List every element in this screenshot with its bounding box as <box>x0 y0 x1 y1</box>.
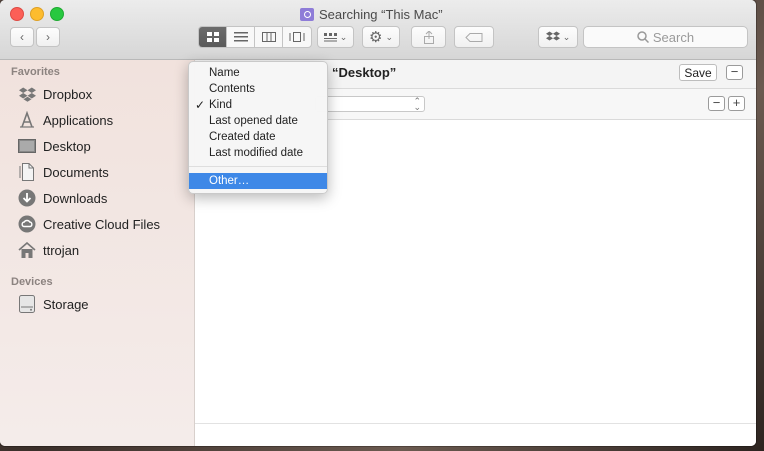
finder-window: Searching “This Mac” ‹ › ⌄ ⚙ ⌄ ⌄ Search … <box>0 0 756 446</box>
toolbar: Searching “This Mac” ‹ › ⌄ ⚙ ⌄ ⌄ Search <box>0 0 756 60</box>
back-button[interactable]: ‹ <box>10 27 34 47</box>
search-placeholder: Search <box>652 29 695 45</box>
window-title: Searching “This Mac” <box>300 5 470 23</box>
creative-cloud-icon <box>18 215 36 233</box>
status-divider <box>195 423 756 424</box>
coverflow-view-button[interactable] <box>283 27 311 47</box>
menu-item-contents[interactable]: Contents <box>189 81 327 97</box>
icon-view-icon <box>206 32 219 42</box>
menu-separator <box>189 166 327 167</box>
menu-item-created-date[interactable]: Created date <box>189 129 327 145</box>
downloads-icon <box>18 189 36 207</box>
sidebar-item-downloads[interactable]: Downloads <box>18 188 107 208</box>
sidebar: Favorites Dropbox Applications Desktop D… <box>0 60 195 446</box>
sidebar-item-label: Creative Cloud Files <box>43 216 161 232</box>
dropbox-icon <box>545 31 560 41</box>
share-button[interactable] <box>411 26 446 48</box>
close-window-button[interactable] <box>10 7 24 21</box>
sidebar-item-documents[interactable]: Documents <box>18 162 109 182</box>
sidebar-item-label: Downloads <box>43 190 108 206</box>
sidebar-item-creative-cloud[interactable]: Creative Cloud Files <box>18 214 160 234</box>
criteria-value-popup[interactable]: ⌃ ⌄ <box>315 96 425 112</box>
chevron-down-icon: ⌄ <box>339 31 348 42</box>
sidebar-section-favorites: Favorites <box>11 66 60 78</box>
action-button[interactable]: ⚙ ⌄ <box>362 26 400 48</box>
list-view-icon <box>233 32 248 42</box>
sidebar-section-devices: Devices <box>11 276 53 288</box>
home-icon <box>18 241 36 259</box>
edit-tags-button[interactable] <box>454 26 494 48</box>
dropbox-button[interactable]: ⌄ <box>538 26 578 48</box>
column-view-icon <box>261 32 276 42</box>
checkmark-icon: ✓ <box>195 98 206 112</box>
view-mode-control <box>198 26 312 48</box>
popup-arrows-icon: ⌃ ⌄ <box>413 96 421 112</box>
documents-icon <box>18 163 36 181</box>
sidebar-item-label: Dropbox <box>43 86 93 102</box>
scope-location[interactable]: “Desktop” <box>332 65 396 80</box>
disk-icon <box>18 295 36 313</box>
attribute-popup-menu: Name Contents ✓ Kind Last opened date Cr… <box>188 61 328 194</box>
share-icon <box>423 30 434 44</box>
minimize-window-button[interactable] <box>30 7 44 21</box>
sidebar-item-applications[interactable]: Applications <box>18 110 113 130</box>
arrange-button[interactable]: ⌄ <box>317 26 354 48</box>
chevron-down-icon: ⌄ <box>385 31 393 42</box>
sidebar-item-storage[interactable]: Storage <box>18 294 89 314</box>
menu-item-last-opened-date[interactable]: Last opened date <box>189 113 327 129</box>
menu-item-name[interactable]: Name <box>189 65 327 81</box>
coverflow-view-icon <box>289 32 305 42</box>
action-gear-icon: ⚙ <box>369 29 383 46</box>
menu-item-kind[interactable]: ✓ Kind <box>189 97 327 113</box>
smart-folder-icon <box>300 7 314 21</box>
sidebar-item-label: Applications <box>43 112 114 128</box>
search-icon <box>637 31 649 43</box>
remove-scope-button[interactable]: − <box>726 65 743 80</box>
chevron-down-icon: ⌄ <box>562 31 571 42</box>
tag-icon <box>465 32 483 42</box>
list-view-button[interactable] <box>227 27 255 47</box>
zoom-window-button[interactable] <box>50 7 64 21</box>
back-icon: ‹ <box>20 30 24 44</box>
forward-button[interactable]: › <box>36 27 60 47</box>
search-field[interactable]: Search <box>583 26 748 48</box>
icon-view-button[interactable] <box>199 27 227 47</box>
window-title-text: Searching “This Mac” <box>319 6 443 22</box>
dropbox-icon <box>18 85 36 103</box>
menu-item-last-modified-date[interactable]: Last modified date <box>189 145 327 161</box>
applications-icon <box>18 111 36 129</box>
sidebar-item-label: ttrojan <box>43 242 80 258</box>
sidebar-item-label: Documents <box>43 164 109 180</box>
save-search-button[interactable]: Save <box>679 64 717 81</box>
desktop-icon <box>18 137 36 155</box>
menu-item-other[interactable]: Other… <box>189 173 327 189</box>
forward-icon: › <box>46 30 50 44</box>
sidebar-item-dropbox[interactable]: Dropbox <box>18 84 92 104</box>
sidebar-item-label: Desktop <box>43 138 91 154</box>
add-criteria-button[interactable]: + <box>728 96 745 111</box>
remove-criteria-button[interactable]: − <box>708 96 725 111</box>
sidebar-item-desktop[interactable]: Desktop <box>18 136 91 156</box>
arrange-icon <box>323 32 337 41</box>
column-view-button[interactable] <box>255 27 283 47</box>
sidebar-item-label: Storage <box>43 296 89 312</box>
sidebar-item-home[interactable]: ttrojan <box>18 240 79 260</box>
